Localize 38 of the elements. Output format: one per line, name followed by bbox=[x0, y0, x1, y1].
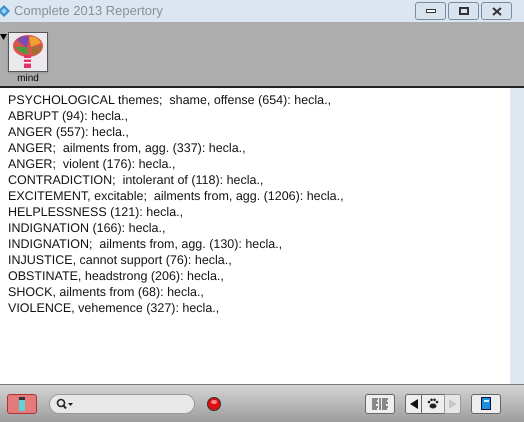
window-title: Complete 2013 Repertory bbox=[14, 2, 163, 20]
paw-button[interactable] bbox=[422, 394, 444, 414]
rubric-entry[interactable]: OBSTINATE, headstrong (206): hecla., bbox=[8, 268, 224, 284]
stop-icon[interactable] bbox=[207, 396, 221, 410]
remedy-button[interactable] bbox=[7, 394, 37, 414]
back-button[interactable] bbox=[405, 394, 422, 414]
close-icon bbox=[492, 6, 502, 16]
close-button[interactable] bbox=[481, 2, 512, 20]
maximize-button[interactable] bbox=[448, 2, 479, 20]
text-columns-icon bbox=[370, 398, 390, 410]
rubric-entry[interactable]: INDIGNATION (166): hecla., bbox=[8, 220, 166, 236]
rubric-entry[interactable]: CONTRADICTION; intolerant of (118): hecla., bbox=[8, 172, 264, 188]
left-arrow-icon bbox=[410, 398, 418, 408]
minimize-button[interactable] bbox=[415, 2, 446, 20]
rubric-entry[interactable]: ABRUPT (94): hecla., bbox=[8, 108, 128, 124]
search-icon bbox=[56, 398, 74, 410]
rubric-entry[interactable]: PSYCHOLOGICAL themes; shame, offense (654): hecla., bbox=[8, 92, 332, 108]
columns-button[interactable] bbox=[365, 394, 395, 414]
vial-icon bbox=[18, 396, 26, 410]
rubric-entry[interactable]: HELPLESSNESS (121): hecla., bbox=[8, 204, 184, 220]
book-icon bbox=[481, 397, 491, 410]
rubric-entry[interactable]: EXCITEMENT, excitable; ailments from, agg. (1206): hecla., bbox=[8, 188, 344, 204]
rubric-entry[interactable]: SHOCK, ailments from (68): hecla., bbox=[8, 284, 204, 300]
rubric-entry[interactable]: ANGER; violent (176): hecla., bbox=[8, 156, 176, 172]
mind-label: mind bbox=[17, 73, 39, 85]
rubric-entry[interactable]: INJUSTICE, cannot support (76): hecla., bbox=[8, 252, 232, 268]
rubric-entry[interactable]: ANGER; ailments from, agg. (337): hecla., bbox=[8, 140, 246, 156]
search-field[interactable] bbox=[49, 394, 195, 414]
app-icon bbox=[0, 4, 10, 18]
rubric-entry[interactable]: ANGER (557): hecla., bbox=[8, 124, 129, 140]
dropdown-arrow-icon[interactable] bbox=[0, 34, 7, 40]
rubric-entry[interactable]: INDIGNATION; ailments from, agg. (130): hecla., bbox=[8, 236, 282, 252]
paw-icon bbox=[427, 398, 439, 409]
mind-button[interactable] bbox=[8, 32, 48, 72]
brain-icon bbox=[11, 34, 45, 70]
right-arrow-icon bbox=[448, 398, 456, 408]
book-button[interactable] bbox=[471, 394, 501, 414]
rubric-entry[interactable]: VIOLENCE, vehemence (327): hecla., bbox=[8, 300, 220, 316]
